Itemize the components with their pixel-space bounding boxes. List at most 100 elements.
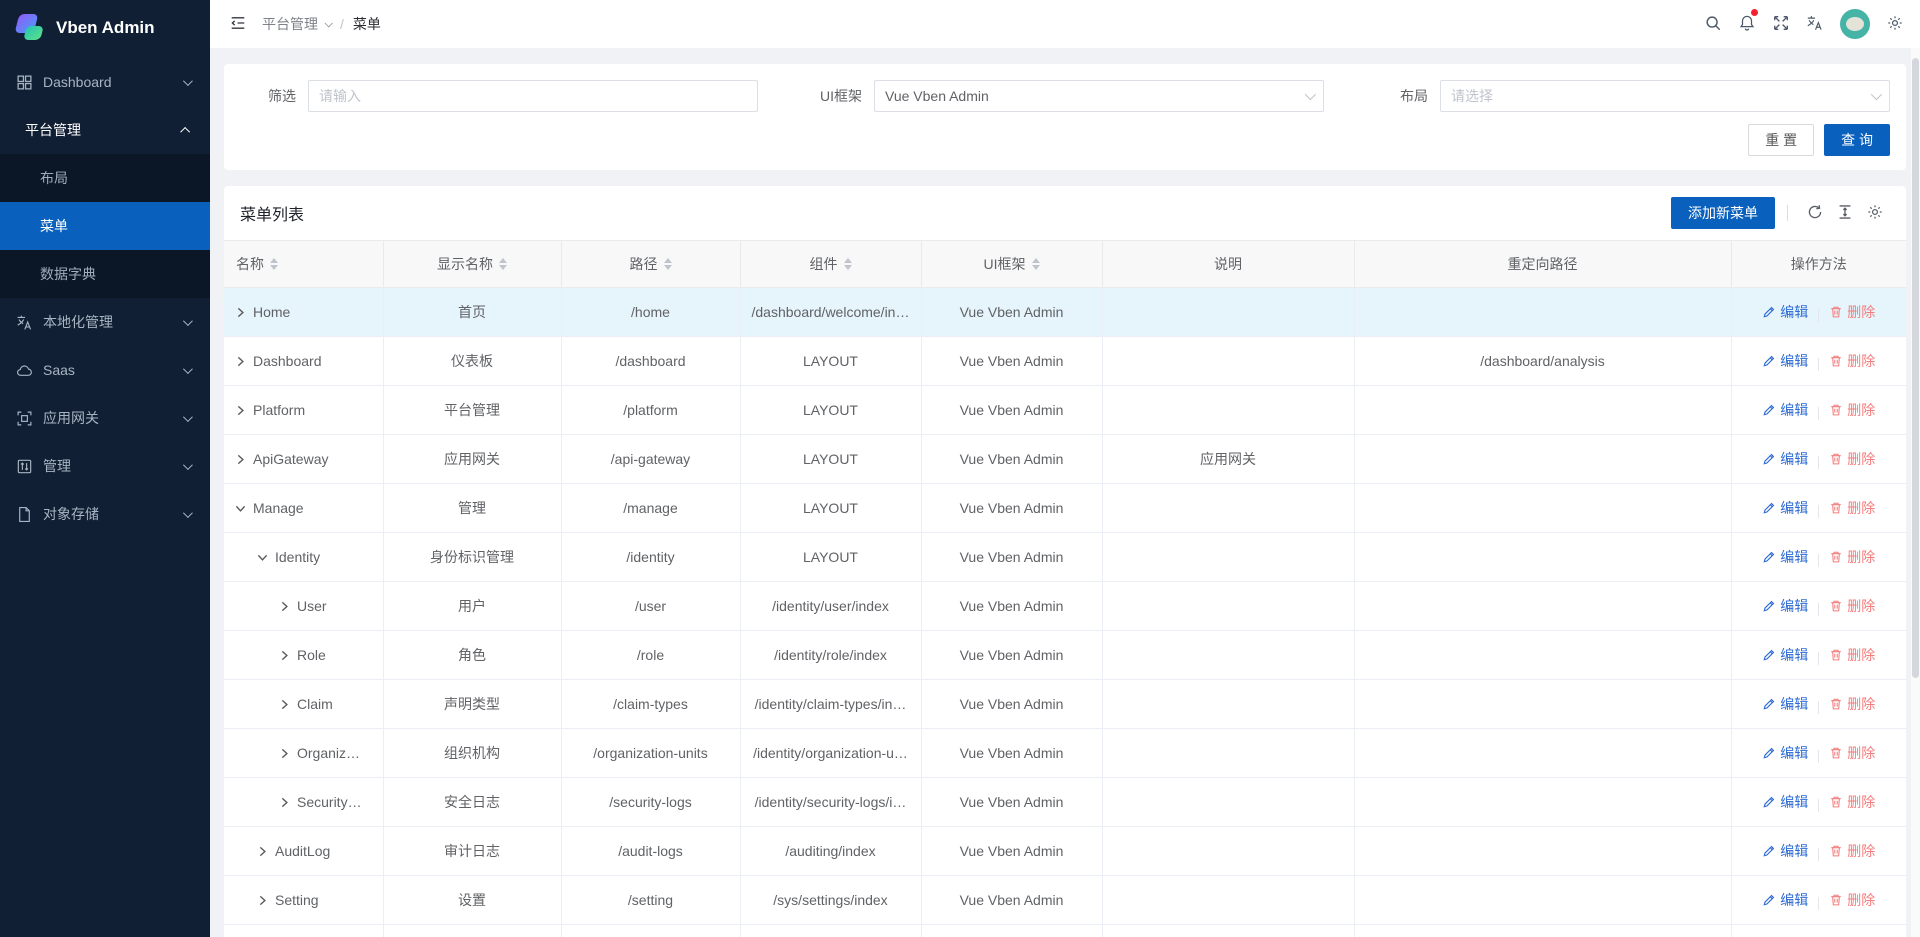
table-row: Manage管理/manageLAYOUTVue Vben Admin编辑删除	[224, 484, 1906, 533]
edit-button[interactable]: 编辑	[1762, 841, 1808, 861]
delete-button[interactable]: 删除	[1829, 792, 1875, 812]
expand-caret[interactable]	[256, 551, 269, 564]
fullscreen-button[interactable]	[1764, 0, 1798, 48]
column-header-display[interactable]: 显示名称	[383, 241, 561, 288]
cell-component: LAYOUT	[740, 337, 921, 386]
layout-select[interactable]: 请选择	[1440, 80, 1890, 112]
expand-caret[interactable]	[234, 404, 247, 417]
expand-caret[interactable]	[256, 894, 269, 907]
delete-button[interactable]: 删除	[1829, 841, 1875, 861]
expand-caret[interactable]	[234, 355, 247, 368]
delete-button[interactable]: 删除	[1829, 400, 1875, 420]
edit-button[interactable]: 编辑	[1762, 645, 1808, 665]
user-avatar[interactable]	[1840, 9, 1870, 39]
page-scrollbar[interactable]	[1911, 48, 1920, 937]
column-header-name[interactable]: 名称	[224, 241, 383, 288]
reset-button[interactable]: 重 置	[1748, 124, 1814, 156]
add-menu-button[interactable]: 添加新菜单	[1671, 197, 1775, 229]
edit-button[interactable]: 编辑	[1762, 400, 1808, 420]
sidebar-item-platform[interactable]: 平台管理	[0, 106, 210, 154]
delete-button[interactable]: 删除	[1829, 890, 1875, 910]
delete-button[interactable]: 删除	[1829, 596, 1875, 616]
delete-button[interactable]: 删除	[1829, 694, 1875, 714]
sort-caret[interactable]	[270, 258, 278, 270]
query-button[interactable]: 查 询	[1824, 124, 1890, 156]
delete-button[interactable]: 删除	[1829, 351, 1875, 371]
sidebar-item-menu[interactable]: 菜单	[0, 202, 210, 250]
scrollbar-thumb[interactable]	[1912, 58, 1919, 678]
expand-caret[interactable]	[234, 453, 247, 466]
column-header-framework[interactable]: UI框架	[921, 241, 1102, 288]
sidebar-item-manage[interactable]: 管理	[0, 442, 210, 490]
edit-button[interactable]: 编辑	[1762, 351, 1808, 371]
sidebar-item-layout[interactable]: 布局	[0, 154, 210, 202]
column-header-path[interactable]: 路径	[561, 241, 740, 288]
delete-button[interactable]: 删除	[1829, 302, 1875, 322]
delete-button[interactable]: 删除	[1829, 645, 1875, 665]
document-icon	[16, 506, 33, 523]
edit-button[interactable]: 编辑	[1762, 596, 1808, 616]
sidebar-item-saas[interactable]: Saas	[0, 346, 210, 394]
cell-actions: 编辑 删除	[1731, 729, 1906, 778]
table-row: Setting设置/setting/sys/settings/indexVue …	[224, 876, 1906, 925]
edit-button[interactable]: 编辑	[1762, 890, 1808, 910]
expand-caret[interactable]	[278, 600, 291, 613]
edit-label: 编辑	[1780, 547, 1808, 567]
expand-caret[interactable]	[234, 502, 247, 515]
delete-label: 删除	[1847, 694, 1875, 714]
delete-button[interactable]: 删除	[1829, 743, 1875, 763]
expand-caret[interactable]	[234, 306, 247, 319]
settings-button[interactable]	[1878, 0, 1912, 48]
expand-caret[interactable]	[278, 747, 291, 760]
menu-name: Dashboard	[253, 353, 322, 369]
breadcrumb-parent[interactable]: 平台管理	[262, 14, 331, 34]
edit-button[interactable]: 编辑	[1762, 743, 1808, 763]
cell-redirect	[1354, 778, 1731, 827]
breadcrumb-separator: /	[340, 16, 344, 32]
sidebar-item-api-gateway[interactable]: 应用网关	[0, 394, 210, 442]
delete-button[interactable]: 删除	[1829, 449, 1875, 469]
sort-caret[interactable]	[1032, 258, 1040, 270]
action-divider	[1818, 848, 1819, 861]
edit-button[interactable]: 编辑	[1762, 302, 1808, 322]
expand-caret[interactable]	[278, 698, 291, 711]
sort-caret[interactable]	[844, 258, 852, 270]
sidebar-collapse-button[interactable]	[226, 0, 250, 48]
menu-name: Setting	[275, 892, 319, 908]
delete-button[interactable]: 删除	[1829, 498, 1875, 518]
column-header-desc: 说明	[1102, 241, 1354, 288]
table-settings-button[interactable]	[1860, 198, 1890, 228]
expand-caret[interactable]	[278, 649, 291, 662]
framework-select[interactable]: Vue Vben Admin	[874, 80, 1324, 112]
cell-path: /audit-logs	[561, 827, 740, 876]
breadcrumb: 平台管理 / 菜单	[262, 14, 381, 34]
edit-button[interactable]: 编辑	[1762, 547, 1808, 567]
sidebar-item-object-storage[interactable]: 对象存储	[0, 490, 210, 538]
search-button[interactable]	[1696, 0, 1730, 48]
table-row: Claim声明类型/claim-types/identity/claim-typ…	[224, 680, 1906, 729]
row-height-button[interactable]	[1830, 198, 1860, 228]
edit-button[interactable]: 编辑	[1762, 694, 1808, 714]
language-button[interactable]	[1798, 0, 1832, 48]
delete-button[interactable]: 删除	[1829, 547, 1875, 567]
edit-button[interactable]: 编辑	[1762, 498, 1808, 518]
sidebar-item-dictionary[interactable]: 数据字典	[0, 250, 210, 298]
expand-caret[interactable]	[256, 845, 269, 858]
delete-label: 删除	[1847, 792, 1875, 812]
cell-name: Organiz…	[224, 729, 383, 778]
sidebar-item-label: 菜单	[40, 216, 68, 236]
edit-button[interactable]: 编辑	[1762, 792, 1808, 812]
refresh-button[interactable]	[1800, 198, 1830, 228]
column-header-component[interactable]: 组件	[740, 241, 921, 288]
app-logo[interactable]: Vben Admin	[0, 0, 210, 56]
sort-caret[interactable]	[499, 258, 507, 270]
expand-caret[interactable]	[278, 796, 291, 809]
sidebar-item-localization[interactable]: 本地化管理	[0, 298, 210, 346]
edit-button[interactable]: 编辑	[1762, 449, 1808, 469]
sort-caret[interactable]	[664, 258, 672, 270]
filter-input[interactable]	[319, 88, 747, 104]
cell-actions: 编辑 删除	[1731, 288, 1906, 337]
notifications-button[interactable]	[1730, 0, 1764, 48]
delete-label: 删除	[1847, 302, 1875, 322]
sidebar-item-dashboard[interactable]: Dashboard	[0, 58, 210, 106]
